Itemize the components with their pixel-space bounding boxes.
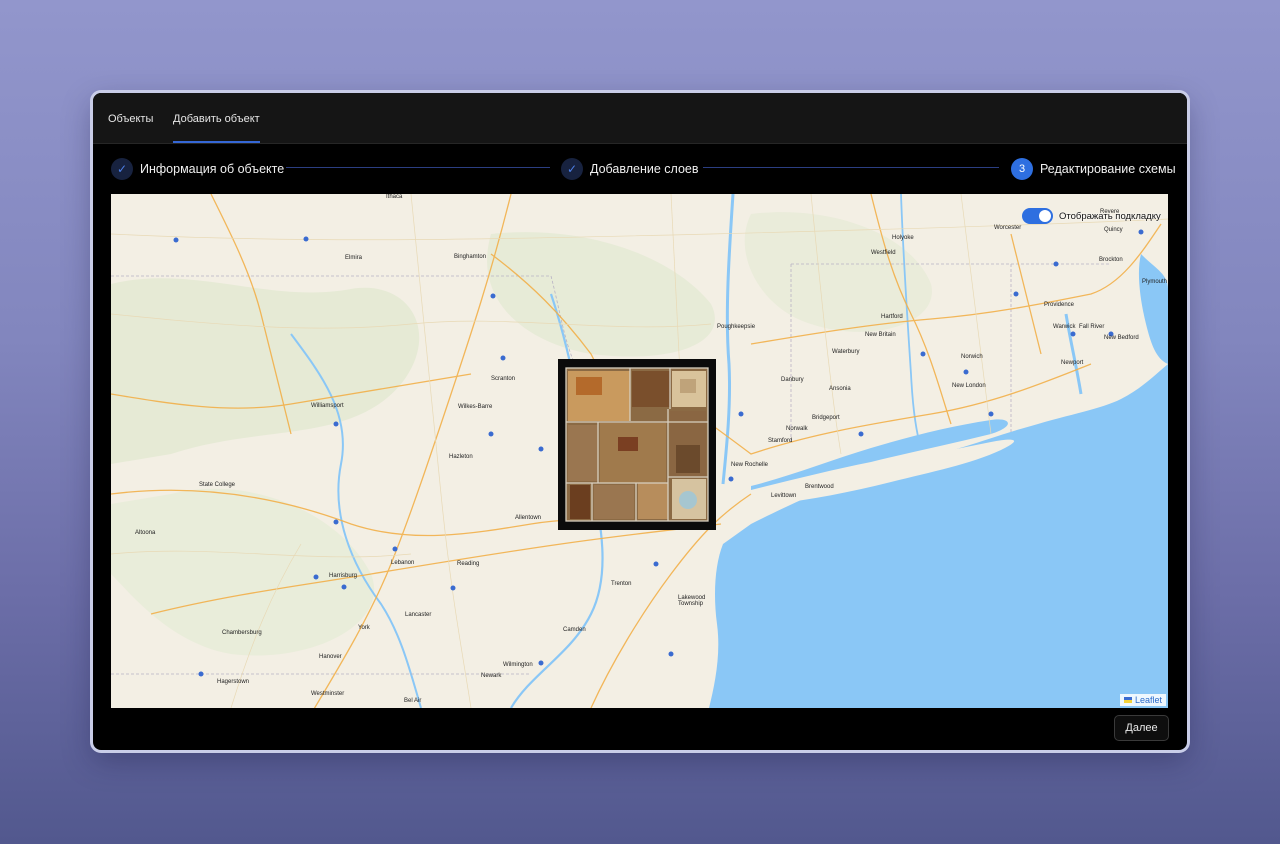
city-label: Holyoke [892,235,914,241]
city-label: Newark [481,673,502,679]
step-label: Добавление слоев [590,162,699,176]
city-label: Elmira [345,255,363,261]
step-connector [703,167,999,168]
ukraine-flag-icon [1123,697,1132,703]
basemap-toggle[interactable]: Отображать подкладку [1022,208,1161,224]
toggle-switch[interactable] [1022,208,1053,224]
city-label: Trenton [611,581,632,587]
city-label: New Bedford [1104,335,1139,341]
step-object-info[interactable]: ✓ Информация об объекте [111,157,284,181]
city-label: Plymouth [1142,279,1168,285]
city-label: Quincy [1104,227,1123,233]
city-label: Lakewood Township [678,595,706,607]
city-label: Altoona [135,530,156,536]
city-label: Brentwood [805,484,834,490]
city-label: York [358,625,370,631]
city-label: Allentown [515,515,542,521]
toggle-label: Отображать подкладку [1059,210,1161,222]
step-edit-scheme[interactable]: 3 Редактирование схемы [1011,157,1176,181]
step-label: Редактирование схемы [1040,162,1176,176]
city-label: Harrisburg [329,573,358,579]
city-label: Levittown [771,493,797,499]
city-label: Bridgeport [812,415,840,421]
map-view[interactable]: Ithaca Elmira Binghamton Scranton Wilkes… [111,194,1168,708]
step-connector [286,167,550,168]
floor-plan-overlay[interactable] [558,359,716,530]
check-icon: ✓ [561,158,583,180]
city-label: Lebanon [391,560,415,566]
city-label: Binghamton [454,254,487,260]
check-icon: ✓ [111,158,133,180]
city-label: Brockton [1099,257,1123,263]
wizard-window: Объекты Добавить объект ✓ Информация об … [93,93,1187,750]
city-label: New Britain [865,332,896,338]
next-button[interactable]: Далее [1114,715,1169,741]
city-label: Lancaster [405,612,432,618]
city-label: Worcester [994,225,1022,231]
city-label: Norwich [961,354,983,360]
city-label: Wilkes-Barre [458,404,493,410]
city-label: New Rochelle [731,462,769,468]
city-label: Norwalk [786,426,808,432]
city-label: Poughkeepsie [717,324,756,330]
city-label: Providence [1044,302,1075,308]
city-label: Stamford [768,438,793,444]
city-label: State College [199,482,236,488]
tab-bar: Объекты Добавить объект [93,93,1187,144]
city-label: Bel Air [404,698,422,704]
city-label: Camden [563,627,586,633]
city-label: Ithaca [386,194,403,200]
map-attribution[interactable]: Leaflet [1119,694,1166,706]
city-label: Williamsport [311,403,344,409]
city-label: Hartford [881,314,903,320]
toggle-knob [1039,210,1051,222]
city-label: Hazleton [449,454,473,460]
step-label: Информация об объекте [140,162,285,176]
city-label: Ansonia [829,386,851,392]
city-label: Wilmington [503,662,533,668]
city-label: Hagerstown [217,679,250,685]
tab-add-object[interactable]: Добавить объект [173,93,260,143]
city-label: Scranton [491,376,516,382]
step-number: 3 [1011,158,1033,180]
city-label: Fall River [1079,324,1105,330]
city-label: Chambersburg [222,630,262,636]
city-label: Westminster [311,691,345,697]
city-label: Newport [1061,360,1084,366]
city-label: Danbury [781,377,804,383]
city-label: Westfield [871,250,896,256]
city-label: Warwick [1053,324,1076,330]
city-label: New London [952,383,986,389]
tab-objects[interactable]: Объекты [108,93,153,143]
step-add-layers[interactable]: ✓ Добавление слоев [561,157,699,181]
attribution-link[interactable]: Leaflet [1135,695,1162,705]
city-label: Hanover [319,654,342,660]
city-label: Reading [457,561,480,567]
city-label: Waterbury [832,349,860,355]
